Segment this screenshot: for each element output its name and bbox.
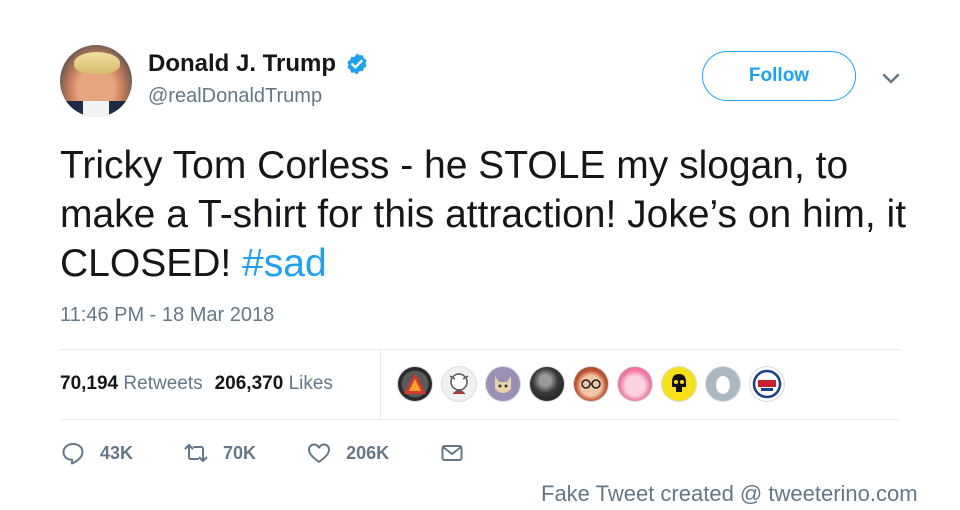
retweets-stat[interactable]: 70,194 Retweets [60, 373, 203, 394]
default-egg-avatar[interactable] [705, 366, 741, 402]
follow-button[interactable]: Follow [702, 51, 856, 101]
trump-logo-avatar[interactable] [749, 366, 785, 402]
stats-separator [380, 350, 381, 419]
heart-icon [308, 443, 331, 463]
engagement-stats: 70,194 Retweets 206,370 Likes [60, 372, 333, 396]
divider-bottom [60, 419, 900, 420]
tweet-actions: 43K 70K 206K [60, 438, 529, 468]
cat-avatar[interactable] [485, 366, 521, 402]
hashtag-link[interactable]: #sad [242, 242, 327, 285]
liked-by-avatars [397, 366, 793, 402]
retweet-button[interactable]: 70K [183, 440, 256, 466]
yellow-skull-avatar[interactable] [661, 366, 697, 402]
stats-row: 70,194 Retweets 206,370 Likes [60, 350, 900, 419]
pink-face-avatar[interactable] [617, 366, 653, 402]
reply-icon [62, 443, 84, 465]
direct-message-button[interactable] [439, 440, 479, 466]
retweets-count: 70,194 [60, 373, 119, 394]
envelope-icon [441, 445, 463, 461]
likes-stat[interactable]: 206,370 Likes [215, 373, 333, 394]
like-count: 206K [346, 442, 390, 463]
likes-count: 206,370 [214, 373, 284, 394]
author-avatar[interactable] [60, 45, 132, 117]
glasses-face-avatar[interactable] [573, 366, 609, 402]
like-button[interactable]: 206K [306, 440, 389, 466]
reply-count: 43K [100, 442, 134, 463]
cartoon-character-avatar[interactable] [441, 366, 477, 402]
tweet-body: Tricky Tom Corless - he STOLE my slogan,… [60, 144, 907, 285]
author-handle[interactable]: @realDonaldTrump [148, 84, 322, 108]
author-name-row: Donald J. Trump [148, 49, 369, 79]
author-display-name[interactable]: Donald J. Trump [148, 49, 336, 79]
tweet-text: Tricky Tom Corless - he STOLE my slogan,… [60, 141, 920, 288]
dark-photo-avatar[interactable] [529, 366, 565, 402]
avatar-hair [74, 52, 120, 74]
tweet-timestamp[interactable]: 11:46 PM - 18 Mar 2018 [60, 303, 274, 327]
red-triangle-avatar[interactable] [397, 366, 433, 402]
reply-button[interactable]: 43K [60, 440, 133, 466]
retweets-label: Retweets [123, 373, 203, 394]
retweet-count: 70K [223, 442, 257, 463]
likes-label: Likes [288, 373, 333, 394]
retweet-icon [184, 444, 208, 462]
avatar-shirt [60, 101, 132, 117]
chevron-down-icon[interactable] [880, 67, 902, 89]
watermark-text: Fake Tweet created @ tweeterino.com [541, 481, 918, 506]
verified-badge-icon [347, 53, 367, 75]
